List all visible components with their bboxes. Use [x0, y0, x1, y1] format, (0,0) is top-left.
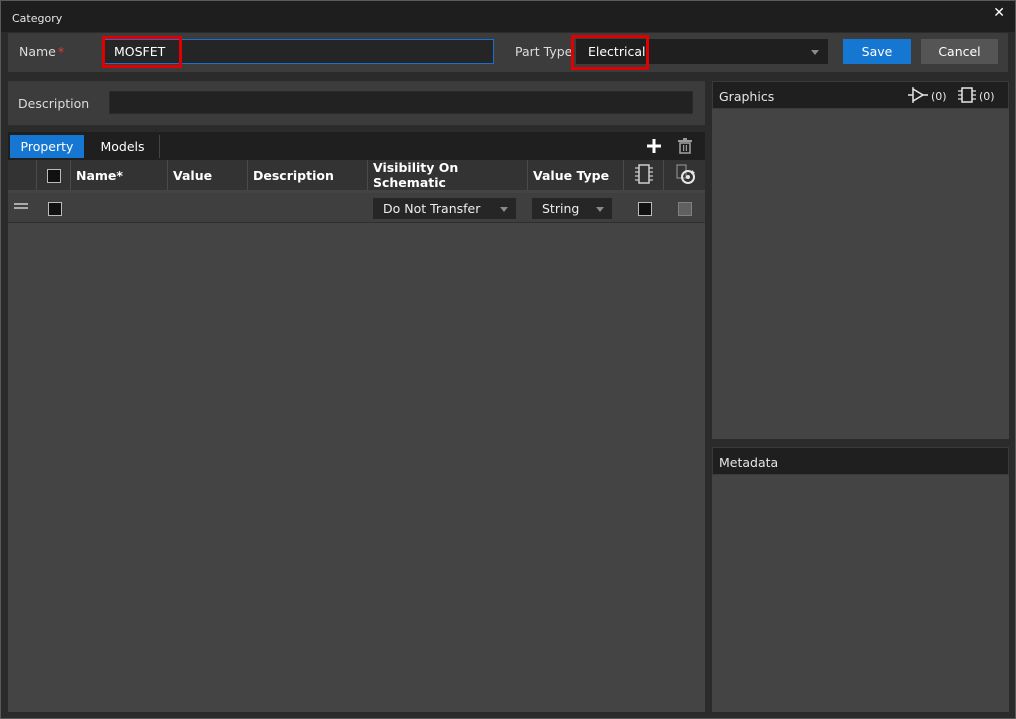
- description-label: Description: [18, 96, 90, 111]
- footprint-icon: [634, 163, 654, 188]
- row-description-cell[interactable]: [248, 193, 368, 223]
- description-input[interactable]: [109, 91, 693, 114]
- name-input[interactable]: MOSFET: [104, 39, 494, 64]
- category-dialog: Category ✕ Name * MOSFET Part Type Electr…: [0, 0, 1016, 719]
- trash-icon[interactable]: [675, 136, 695, 156]
- drag-handle-icon[interactable]: [14, 203, 28, 209]
- row-value-cell[interactable]: [168, 193, 248, 223]
- select-all-checkbox[interactable]: [47, 169, 61, 183]
- symbol-counter[interactable]: (0): [908, 87, 947, 106]
- value-type-select[interactable]: String: [532, 198, 612, 219]
- column-description[interactable]: Description: [248, 160, 368, 190]
- column-refresh[interactable]: [664, 160, 705, 190]
- close-icon[interactable]: ✕: [993, 5, 1005, 21]
- cancel-button[interactable]: Cancel: [921, 39, 998, 64]
- select-all-header: [37, 160, 71, 190]
- property-panel: Property Models Name* Value Description …: [8, 132, 705, 712]
- column-footprint[interactable]: [624, 160, 664, 190]
- graphics-header: Graphics (0) (0): [712, 81, 1009, 109]
- table-row[interactable]: Do Not Transfer String: [8, 193, 705, 223]
- footprint-icon: [958, 87, 976, 106]
- metadata-header: Metadata: [712, 447, 1009, 475]
- plus-icon[interactable]: [644, 136, 664, 156]
- part-type-select[interactable]: Electrical: [576, 39, 828, 64]
- refresh-checkbox: [678, 202, 692, 216]
- save-button[interactable]: Save: [843, 39, 911, 64]
- tab-bar: Property Models: [8, 132, 705, 160]
- visibility-select[interactable]: Do Not Transfer: [373, 198, 516, 219]
- metadata-panel: Metadata: [712, 447, 1009, 712]
- chevron-down-icon: [811, 49, 819, 55]
- row-checkbox[interactable]: [48, 202, 62, 216]
- description-panel: Description: [8, 81, 705, 125]
- graphics-title: Graphics: [719, 89, 775, 104]
- tab-models[interactable]: Models: [86, 135, 160, 158]
- refresh-component-icon: [674, 163, 696, 188]
- column-value[interactable]: Value: [168, 160, 248, 190]
- name-label: Name *: [19, 44, 65, 59]
- required-mark: *: [57, 44, 65, 59]
- footprint-counter[interactable]: (0): [958, 87, 995, 106]
- metadata-title: Metadata: [719, 455, 779, 470]
- title-bar: Category ✕: [1, 1, 1015, 32]
- tab-property[interactable]: Property: [10, 135, 84, 158]
- column-name[interactable]: Name*: [71, 160, 168, 190]
- graphics-panel: Graphics (0) (0): [712, 81, 1009, 439]
- name-input-value: MOSFET: [114, 44, 166, 59]
- chevron-down-icon: [500, 206, 508, 212]
- part-type-label: Part Type: [515, 44, 573, 59]
- column-visibility[interactable]: Visibility On Schematic: [368, 160, 528, 190]
- column-value-type[interactable]: Value Type: [528, 160, 624, 190]
- part-type-value: Electrical: [588, 44, 646, 59]
- header-panel: Name * MOSFET Part Type Electrical Save C…: [8, 33, 1008, 72]
- footprint-checkbox[interactable]: [638, 202, 652, 216]
- footprint-count: (0): [979, 90, 995, 103]
- drag-column-header: [8, 160, 37, 190]
- symbol-icon: [908, 87, 928, 106]
- symbol-count: (0): [931, 90, 947, 103]
- row-name-cell[interactable]: [71, 193, 168, 223]
- window-title: Category: [12, 12, 63, 25]
- table-header: Name* Value Description Visibility On Sc…: [8, 160, 705, 190]
- chevron-down-icon: [596, 206, 604, 212]
